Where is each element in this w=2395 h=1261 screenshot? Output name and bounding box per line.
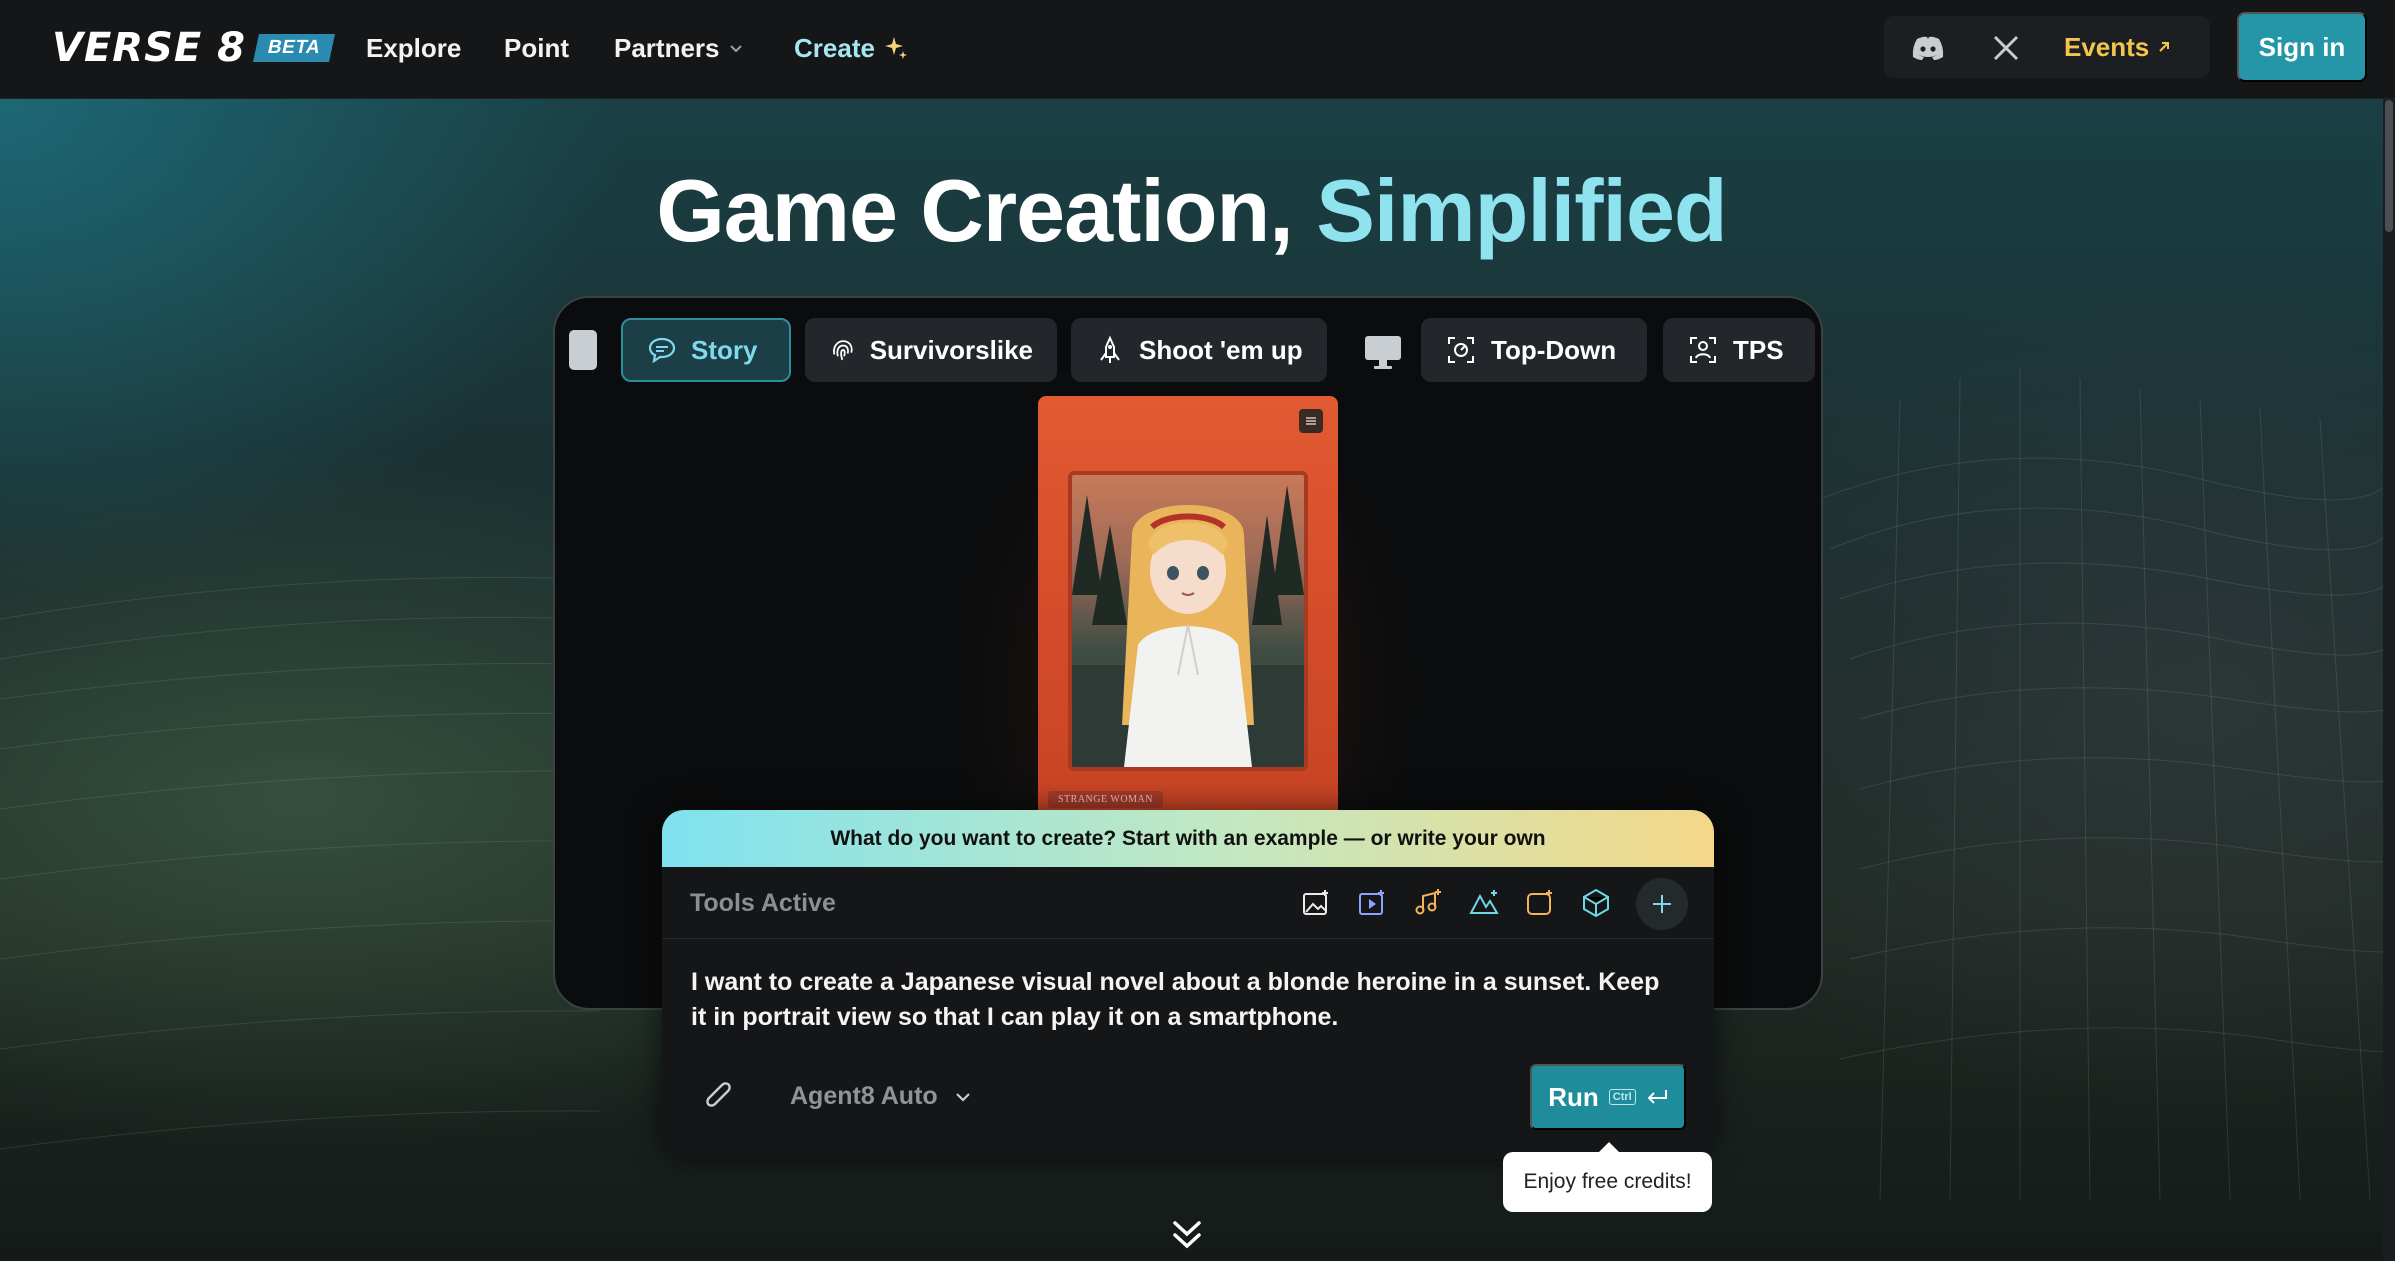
run-label: Run (1548, 1081, 1599, 1112)
prompt-panel: What do you want to create? Start with a… (662, 810, 1714, 1158)
scrollbar[interactable] (2383, 99, 2395, 1261)
enter-icon (1647, 1090, 1667, 1104)
tools-row: Tools Active (662, 867, 1714, 939)
agent-select[interactable]: Agent8 Auto (790, 1082, 972, 1111)
plus-icon (1653, 895, 1671, 913)
prompt-input[interactable]: I want to create a Japanese visual novel… (691, 965, 1671, 1035)
tab-survivorslike[interactable]: Survivorslike (805, 318, 1057, 382)
crosshair-target-icon (1448, 337, 1474, 363)
logo[interactable]: VERSE 8 BETA (52, 25, 336, 71)
tab-top-down-label: Top-Down (1491, 334, 1617, 365)
menu-icon[interactable] (1299, 409, 1323, 433)
tab-shoot-em-up[interactable]: Shoot 'em up (1071, 318, 1327, 382)
card-label: STRANGE WOMAN (1048, 791, 1163, 808)
chevron-down-icon (955, 1092, 970, 1102)
tab-story[interactable]: Story (621, 318, 791, 382)
nav-point[interactable]: Point (504, 28, 569, 68)
external-arrow-icon (2159, 42, 2170, 52)
tab-top-down[interactable]: Top-Down (1421, 318, 1647, 382)
paperclip-icon[interactable] (700, 1078, 740, 1118)
tab-story-label: Story (691, 334, 758, 365)
chevron-down-icon (729, 45, 742, 53)
run-button[interactable]: Run Ctrl (1530, 1064, 1686, 1130)
nav-create-label: Create (794, 32, 875, 63)
sprite-tool-icon[interactable] (1522, 885, 1558, 921)
fingerprint-icon (833, 340, 853, 361)
mobile-view-icon[interactable] (569, 330, 597, 370)
events-link[interactable]: Events (2064, 16, 2171, 78)
free-credits-tooltip: Enjoy free credits! (1503, 1142, 1712, 1212)
events-label: Events (2064, 31, 2150, 62)
tab-survivorslike-label: Survivorslike (869, 334, 1033, 365)
top-nav: VERSE 8 BETA Explore Point Partners Crea… (0, 0, 2395, 99)
nav-create[interactable]: Create (794, 28, 909, 68)
sparkle-icon (884, 37, 907, 59)
double-chevron-down-icon[interactable] (1170, 1220, 1204, 1250)
character-portrait (1068, 471, 1308, 771)
nav-explore[interactable]: Explore (366, 28, 461, 68)
tools-active-label: Tools Active (690, 889, 836, 917)
page-title: Game Creation, Simplified (0, 160, 2383, 262)
beta-badge: BETA (253, 34, 336, 62)
title-accent: Simplified (1316, 161, 1727, 260)
nav-partners-label: Partners (614, 32, 720, 63)
3d-model-tool-icon[interactable] (1578, 885, 1614, 921)
scrollbar-thumb[interactable] (2385, 100, 2393, 232)
tab-shoot-em-up-label: Shoot 'em up (1139, 334, 1303, 365)
story-preview-card: STRANGE WOMAN (1038, 396, 1338, 826)
rocket-icon (1100, 335, 1120, 363)
prompt-header: What do you want to create? Start with a… (662, 810, 1714, 867)
terrain-tool-icon[interactable] (1466, 885, 1502, 921)
add-tool-button[interactable] (1636, 878, 1688, 930)
music-tool-icon[interactable] (1410, 885, 1446, 921)
social-group: Events (1884, 16, 2210, 78)
nav-partners[interactable]: Partners (614, 28, 744, 68)
ctrl-key-hint: Ctrl (1608, 1089, 1636, 1105)
desktop-view-icon[interactable] (1363, 332, 1403, 372)
tab-tps-label: TPS (1733, 334, 1784, 365)
image-tool-icon[interactable] (1298, 885, 1334, 921)
video-tool-icon[interactable] (1354, 885, 1390, 921)
agent-select-value: Agent8 Auto (790, 1082, 938, 1110)
tab-tps[interactable]: TPS (1663, 318, 1815, 382)
person-focus-icon (1690, 337, 1716, 363)
x-twitter-icon[interactable] (1984, 26, 2028, 70)
title-main: Game Creation, (656, 161, 1293, 260)
chat-bubble-icon (648, 337, 676, 364)
discord-icon[interactable] (1906, 26, 1950, 70)
logo-text: VERSE 8 (52, 25, 246, 71)
sign-in-button[interactable]: Sign in (2237, 12, 2367, 82)
